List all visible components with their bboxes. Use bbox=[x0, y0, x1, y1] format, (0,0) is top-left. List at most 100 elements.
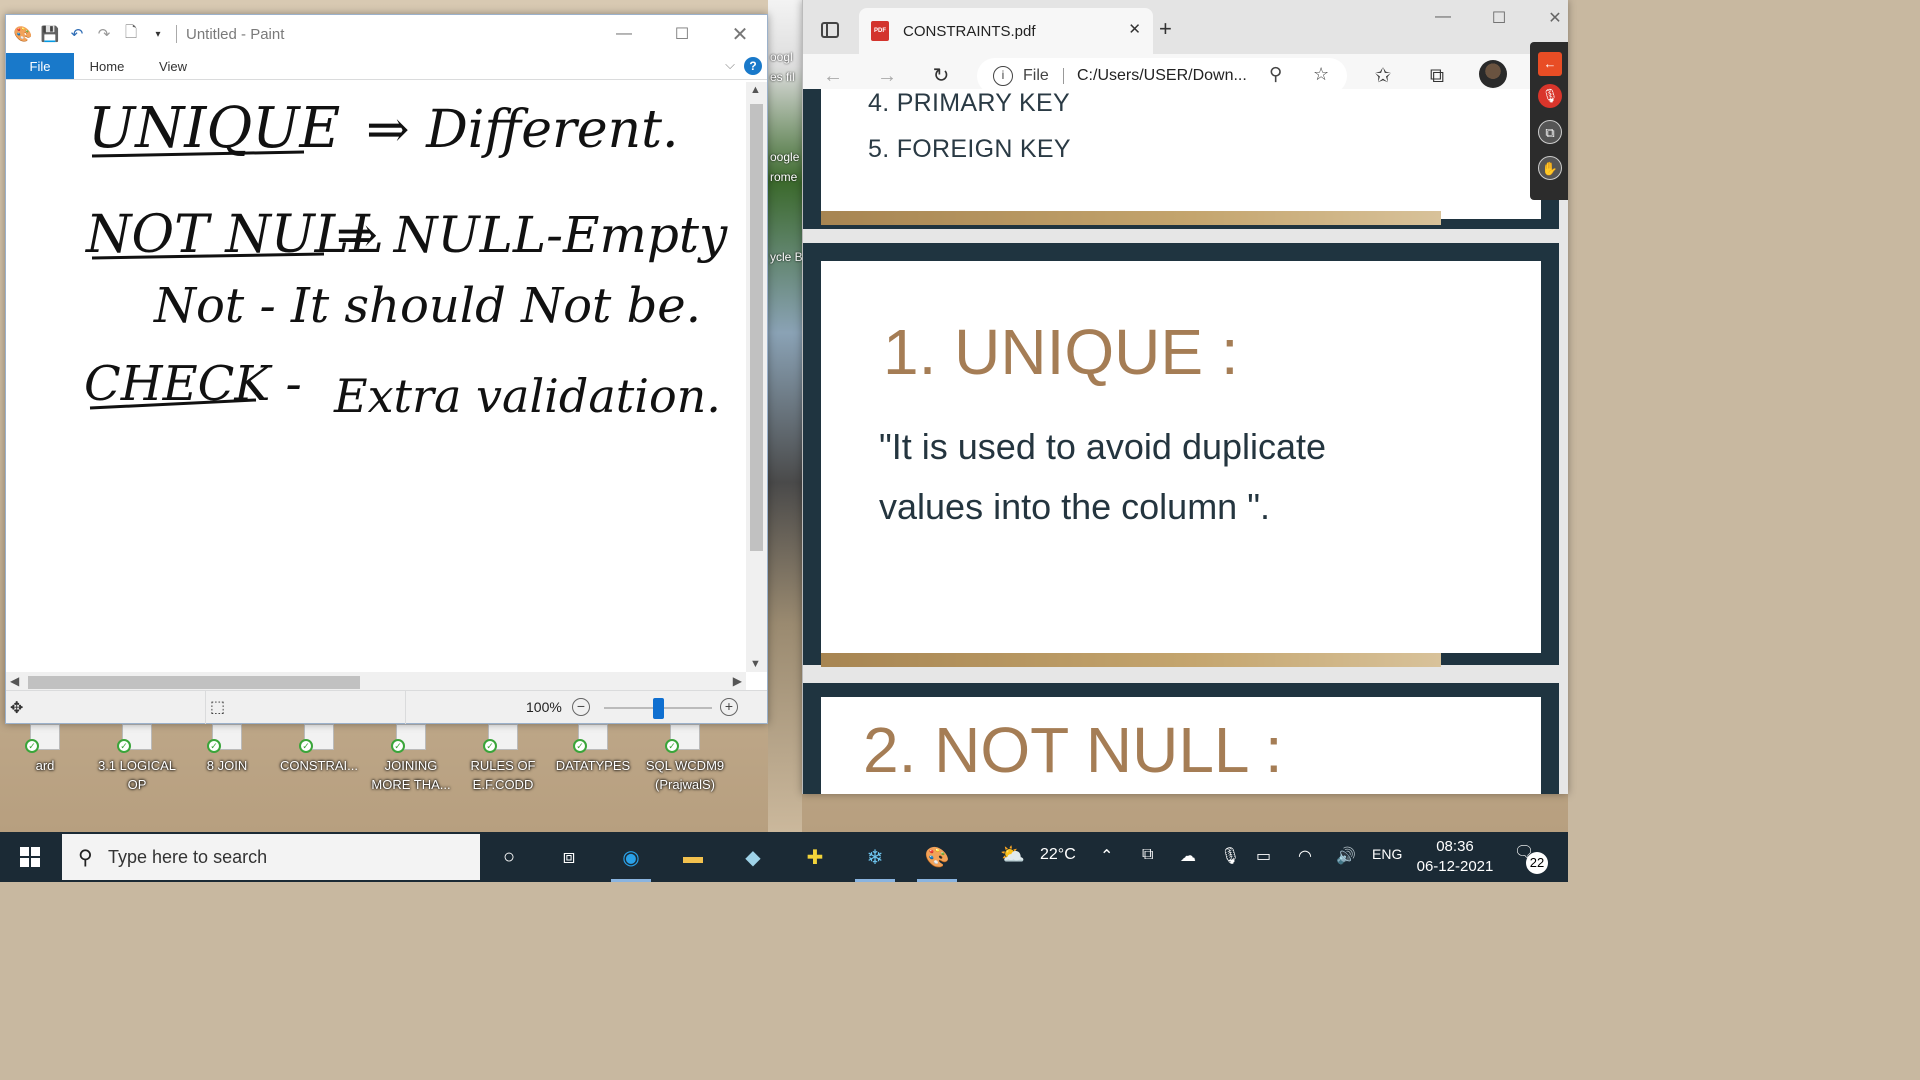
battery-icon[interactable]: ▭ bbox=[1256, 846, 1271, 866]
forward-icon[interactable]: → bbox=[873, 62, 901, 90]
horizontal-scroll-thumb[interactable] bbox=[28, 676, 360, 689]
desktop-background-strip: oogl es fil oogle rome ycle B bbox=[768, 0, 803, 832]
profile-avatar[interactable] bbox=[1479, 60, 1507, 88]
save-icon[interactable]: 💾 bbox=[41, 25, 60, 43]
file-icon: ✓ bbox=[207, 724, 242, 753]
snowflake-app-icon[interactable]: ❄ bbox=[858, 840, 892, 874]
browser-maximize-button[interactable]: ☐ bbox=[1471, 8, 1527, 28]
sync-check-icon: ✓ bbox=[573, 739, 587, 753]
browser-window: PDF CONSTRAINTS.pdf ✕ + — ☐ ✕ ← → ↻ i Fi… bbox=[802, 0, 1568, 794]
desktop-icon-label: DATATYPES bbox=[555, 758, 631, 773]
zoom-icon[interactable]: ⚲ bbox=[1269, 64, 1282, 85]
add-favorite-icon[interactable]: ☆ bbox=[1313, 64, 1329, 85]
language-indicator[interactable]: ENG bbox=[1372, 846, 1402, 862]
desktop-icons: ✓ ard ✓ 3.1 LOGICAL OP ✓ 8 JOIN ✓ CONSTR… bbox=[0, 724, 760, 804]
vertical-scroll-thumb[interactable] bbox=[750, 104, 763, 551]
clock-date: 06-12-2021 bbox=[1416, 858, 1494, 875]
paint-taskbar-icon[interactable]: 🎨 bbox=[920, 840, 954, 874]
slide-gold-band bbox=[821, 653, 1441, 667]
desktop-icon-label: SQL WCDM9 (PrajwalS) bbox=[645, 758, 725, 792]
game-app-icon[interactable]: ✚ bbox=[798, 840, 832, 874]
window-title: Untitled - Paint bbox=[186, 25, 285, 43]
clock[interactable]: 08:36 06-12-2021 bbox=[1412, 837, 1498, 877]
onedrive-icon[interactable]: ☁ bbox=[1180, 846, 1196, 866]
task-view-icon[interactable]: ⧈ bbox=[552, 840, 586, 874]
desktop-icon[interactable]: ✓ DATATYPES bbox=[548, 724, 638, 775]
drawing-canvas[interactable]: UNIQUE ⇒ Different. NOT NULL ⇒ NULL-Empt… bbox=[6, 82, 746, 672]
browser-minimize-button[interactable]: — bbox=[1415, 8, 1471, 26]
taskbar-search[interactable]: ⚲ Type here to search bbox=[62, 834, 480, 880]
address-scheme-label: File bbox=[1023, 67, 1049, 84]
start-button[interactable] bbox=[0, 832, 60, 882]
desktop-icon[interactable]: ✓ JOINING MORE THA... bbox=[366, 724, 456, 794]
browser-close-button[interactable]: ✕ bbox=[1527, 8, 1568, 28]
microphone-tray-icon[interactable]: 🎙 bbox=[1220, 846, 1240, 866]
zoom-slider[interactable] bbox=[604, 698, 712, 719]
desktop-icon[interactable]: ✓ CONSTRAI... bbox=[274, 724, 364, 775]
sync-check-icon: ✓ bbox=[665, 739, 679, 753]
back-icon[interactable]: ← bbox=[819, 62, 847, 90]
scroll-down-icon[interactable]: ▼ bbox=[750, 658, 761, 670]
microphone-icon[interactable]: 🎙 bbox=[1538, 84, 1562, 108]
slide-body-line: values into the column ". bbox=[879, 486, 1270, 527]
pdf-slide-3: 2. NOT NULL : bbox=[803, 683, 1559, 794]
show-hidden-icons[interactable]: ⌃ bbox=[1100, 846, 1113, 866]
expand-ribbon-icon[interactable]: ⌵ bbox=[725, 57, 735, 73]
desktop-icon-label: RULES OF E.F.CODD bbox=[470, 758, 536, 792]
zoom-slider-thumb[interactable] bbox=[653, 698, 664, 719]
help-button[interactable]: ? bbox=[744, 57, 762, 75]
tab-home[interactable]: Home bbox=[74, 53, 140, 79]
redo-icon[interactable]: ↷ bbox=[95, 25, 113, 43]
desktop-icon[interactable]: ✓ ard bbox=[0, 724, 90, 775]
close-button[interactable]: ✕ bbox=[712, 15, 768, 53]
desktop-icon[interactable]: ✓ 8 JOIN bbox=[182, 724, 272, 775]
hand-icon[interactable]: ✋ bbox=[1538, 156, 1562, 180]
paint-window: 🎨 💾 ↶ ↷ 🗋 ▾ Untitled - Paint — ☐ ✕ File … bbox=[5, 14, 768, 724]
weather-icon[interactable]: ⛅ bbox=[1000, 842, 1025, 867]
tab-view[interactable]: View bbox=[140, 53, 206, 79]
favorites-icon[interactable]: ✩ bbox=[1369, 62, 1397, 90]
slide-content: 2. NOT NULL : bbox=[821, 697, 1541, 794]
notification-center-button[interactable]: 🗨 22 bbox=[1514, 842, 1548, 874]
tab-title: CONSTRAINTS.pdf bbox=[903, 22, 1036, 40]
new-tab-icon[interactable]: + bbox=[1159, 16, 1172, 42]
vertical-scrollbar[interactable]: ▲ ▼ bbox=[746, 82, 767, 672]
new-file-icon[interactable]: 🗋 bbox=[122, 24, 140, 43]
weather-temperature[interactable]: 22°C bbox=[1040, 846, 1076, 864]
browser-tab[interactable]: PDF CONSTRAINTS.pdf ✕ bbox=[859, 8, 1153, 54]
scroll-up-icon[interactable]: ▲ bbox=[750, 84, 761, 96]
scroll-left-icon[interactable]: ◀ bbox=[10, 674, 19, 688]
scroll-right-icon[interactable]: ▶ bbox=[733, 674, 742, 688]
site-info-icon[interactable]: i bbox=[993, 66, 1013, 86]
volume-icon[interactable]: 🔊 bbox=[1336, 846, 1356, 866]
tab-file[interactable]: File bbox=[6, 53, 74, 79]
pdf-slide-1: 4. PRIMARY KEY 5. FOREIGN KEY bbox=[803, 89, 1559, 229]
edge-icon[interactable]: ◉ bbox=[614, 840, 648, 874]
notes-app-icon[interactable]: ◆ bbox=[736, 840, 770, 874]
desktop-icon[interactable]: ✓ SQL WCDM9 (PrajwalS) bbox=[640, 724, 730, 794]
title-separator bbox=[176, 25, 177, 43]
wifi-icon[interactable]: ◠ bbox=[1298, 846, 1312, 866]
cortana-icon[interactable]: ○ bbox=[492, 840, 526, 874]
meet-now-icon[interactable]: ⧉ bbox=[1142, 846, 1153, 864]
paint-titlebar: 🎨 💾 ↶ ↷ 🗋 ▾ Untitled - Paint bbox=[6, 15, 767, 53]
desktop-icon[interactable]: ✓ RULES OF E.F.CODD bbox=[458, 724, 548, 794]
collections-icon[interactable]: ⧉ bbox=[1423, 62, 1451, 90]
refresh-icon[interactable]: ↻ bbox=[927, 62, 955, 90]
tab-actions-icon[interactable] bbox=[821, 22, 839, 38]
collapse-arrow-icon[interactable]: ← bbox=[1538, 52, 1562, 76]
maximize-button[interactable]: ☐ bbox=[654, 15, 710, 53]
desktop-icon-label: 8 JOIN bbox=[206, 758, 248, 773]
file-explorer-icon[interactable]: ▬ bbox=[676, 840, 710, 874]
zoom-in-button[interactable]: + bbox=[720, 698, 738, 716]
desktop-strip-label: rome bbox=[770, 170, 798, 184]
desktop-strip-label: es fil bbox=[770, 70, 795, 84]
close-tab-icon[interactable]: ✕ bbox=[1128, 20, 1141, 38]
desktop-icon[interactable]: ✓ 3.1 LOGICAL OP bbox=[92, 724, 182, 794]
minimize-button[interactable]: — bbox=[596, 15, 652, 53]
screen-icon[interactable]: ⧉ bbox=[1538, 120, 1562, 144]
customize-toolbar-icon[interactable]: ▾ bbox=[149, 25, 167, 43]
undo-icon[interactable]: ↶ bbox=[68, 25, 86, 43]
running-indicator bbox=[611, 879, 651, 882]
zoom-out-button[interactable]: − bbox=[572, 698, 590, 716]
